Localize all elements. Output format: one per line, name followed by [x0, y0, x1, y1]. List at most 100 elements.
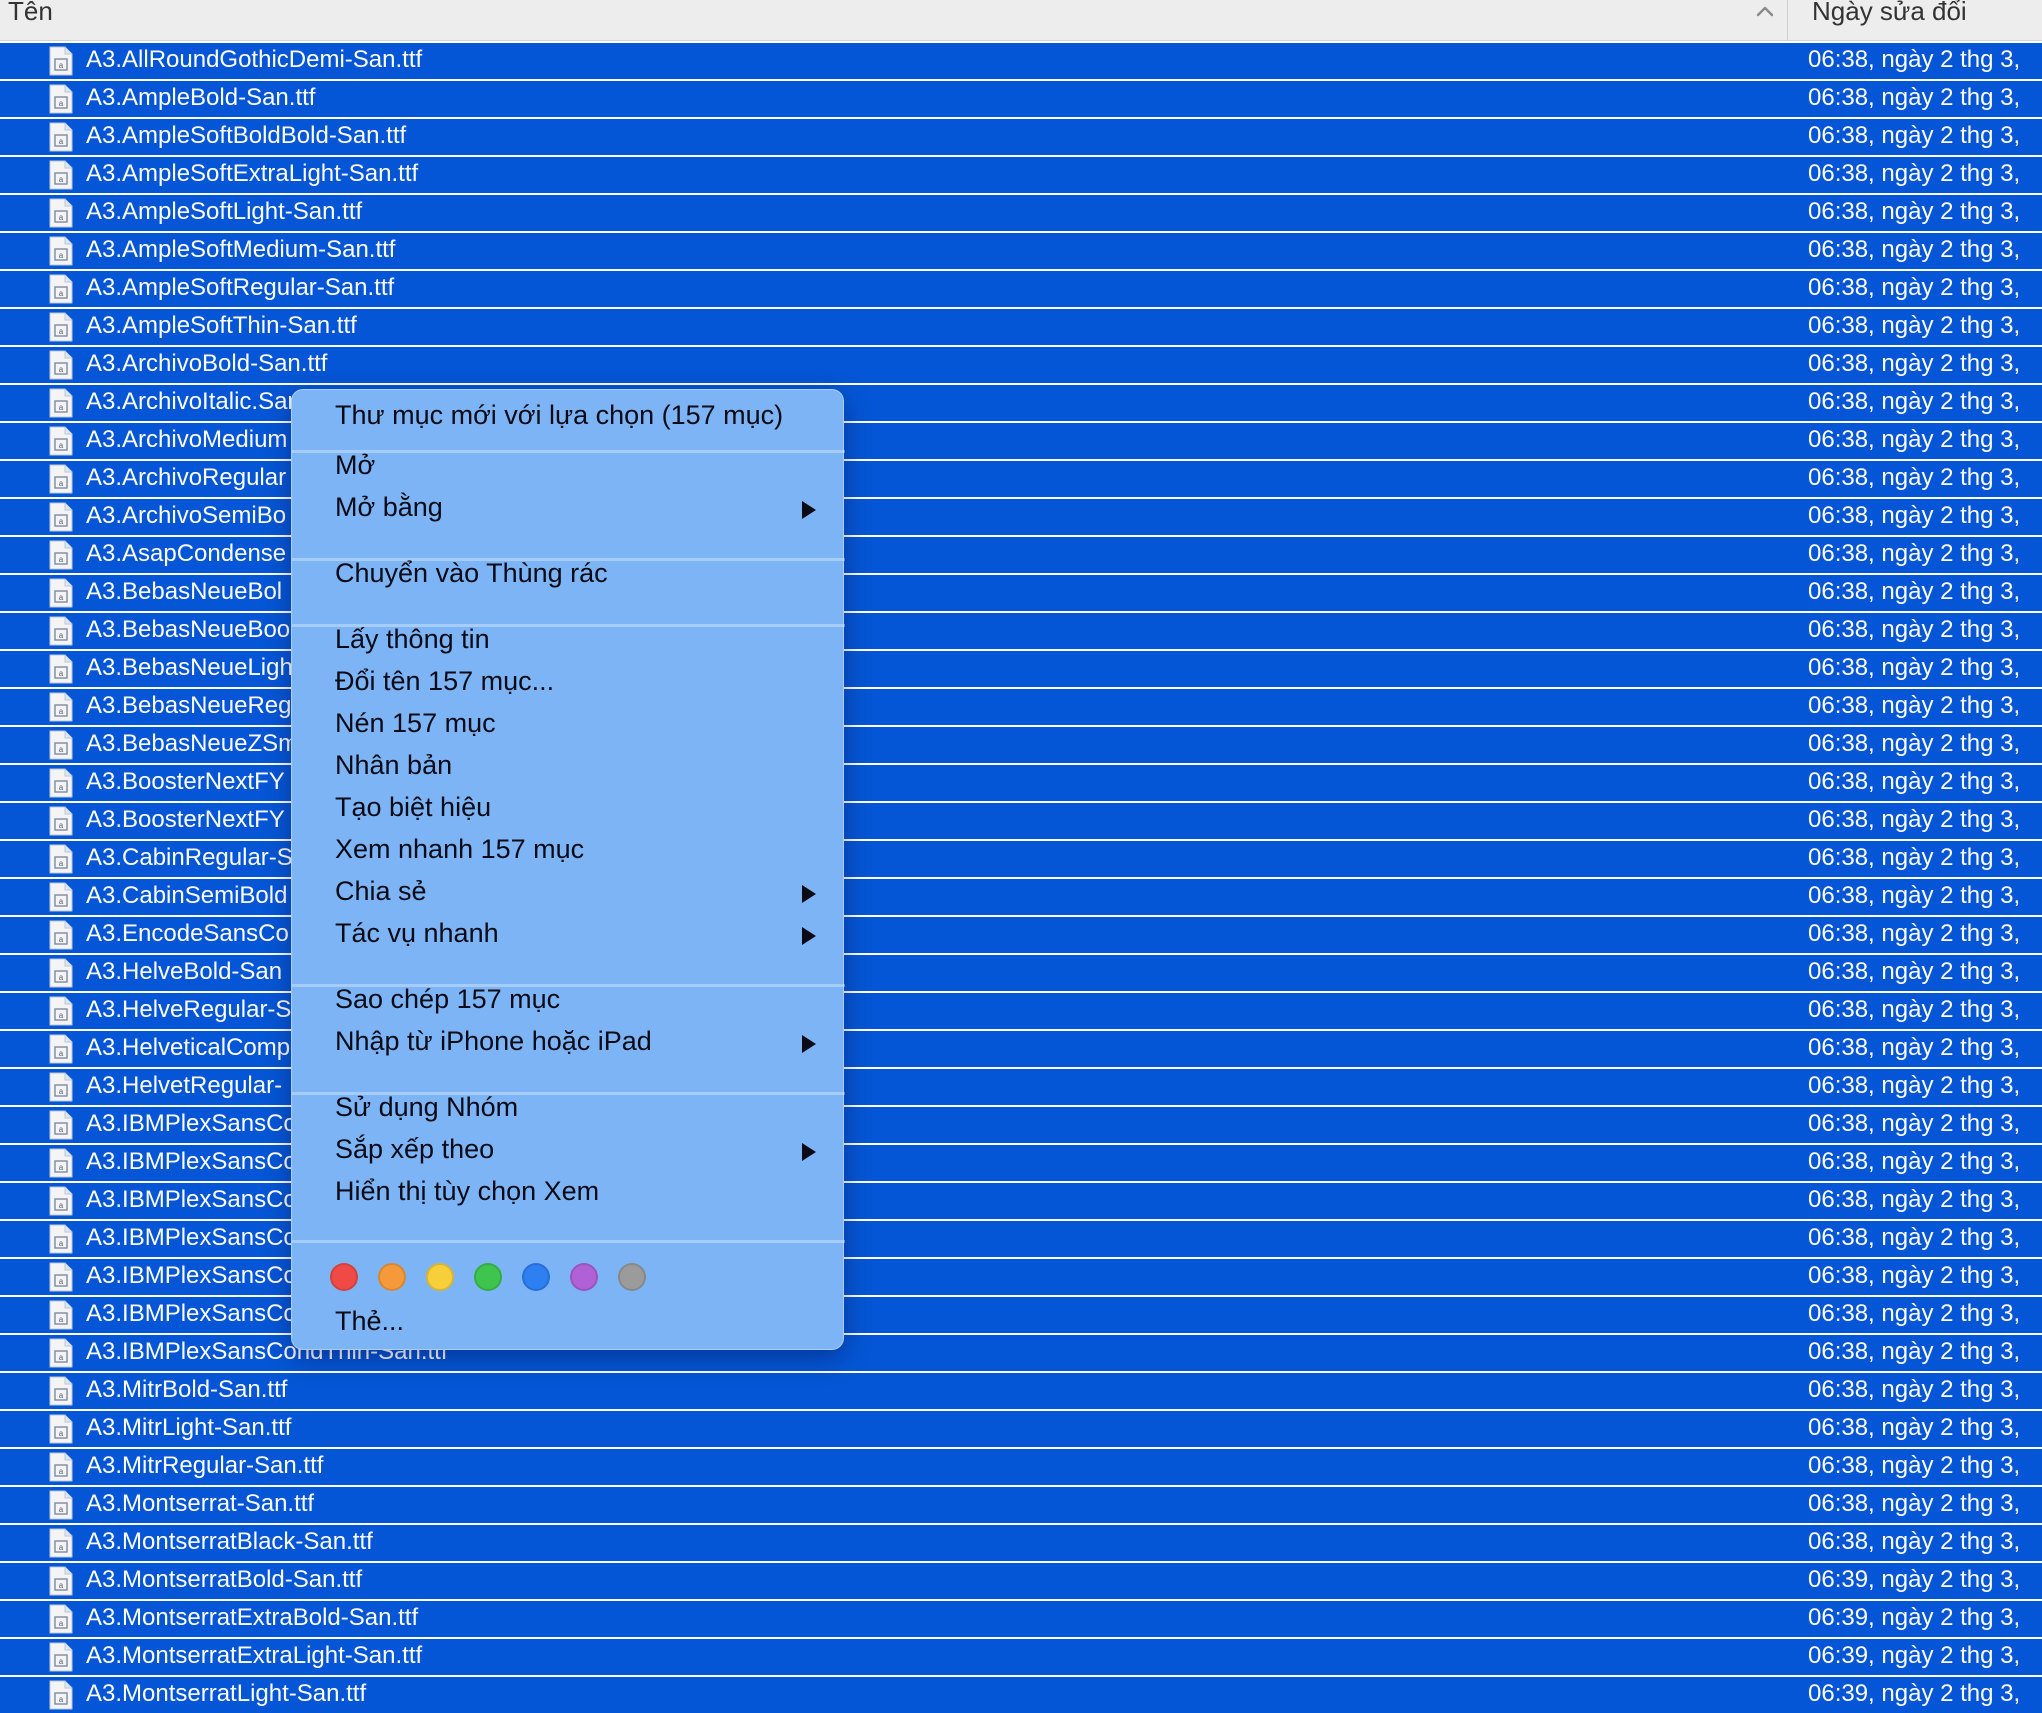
svg-text:a: a: [59, 1125, 64, 1134]
svg-text:a: a: [59, 175, 64, 184]
tag-orange-dot[interactable]: [378, 1263, 406, 1291]
document-icon: a: [49, 996, 73, 1026]
file-row[interactable]: a A3.MontserratExtraBold-San.ttf 06:39, ng…: [0, 1599, 2042, 1637]
menu-item-sort-by[interactable]: Sắp xếp theo: [335, 1134, 494, 1165]
menu-item-rename[interactable]: Đổi tên 157 mục...: [335, 666, 554, 697]
file-row[interactable]: a A3.MitrRegular-San.ttf 06:38, ngày 2 thg…: [0, 1447, 2042, 1485]
menu-item-duplicate[interactable]: Nhân bản: [335, 750, 452, 781]
file-row[interactable]: a A3.ArchivoBold-San.ttf 06:38, ngày 2 thg…: [0, 345, 2042, 383]
menu-item-open-with[interactable]: Mở bằng: [335, 492, 443, 523]
svg-text:a: a: [59, 707, 64, 716]
menu-item-share[interactable]: Chia sẻ: [335, 876, 427, 907]
file-name: A3.ArchivoRegular: [86, 464, 287, 491]
menu-item-copy[interactable]: Sao chép 157 mục: [335, 984, 560, 1015]
document-icon: a: [49, 1642, 73, 1672]
tag-blue-dot[interactable]: [522, 1263, 550, 1291]
chevron-up-icon[interactable]: [1752, 0, 1778, 24]
column-divider[interactable]: [1787, 0, 1788, 41]
document-icon: a: [49, 1376, 73, 1406]
svg-text:a: a: [59, 1581, 64, 1590]
menu-item-view-options[interactable]: Hiển thị tùy chọn Xem: [335, 1176, 599, 1207]
file-name: A3.BebasNeueZSm: [86, 730, 299, 757]
menu-separator: [292, 1240, 845, 1243]
menu-item-quick-actions[interactable]: Tác vụ nhanh: [335, 918, 499, 949]
tag-red-dot[interactable]: [330, 1263, 358, 1291]
file-row[interactable]: a A3.AmpleSoftRegular-San.ttf 06:38, ngày …: [0, 269, 2042, 307]
file-name: A3.EncodeSansCo: [86, 920, 289, 947]
svg-text:a: a: [59, 593, 64, 602]
document-icon: a: [49, 958, 73, 988]
document-icon: a: [49, 312, 73, 342]
document-icon: a: [49, 806, 73, 836]
menu-item-new-folder[interactable]: Thư mục mới với lựa chọn (157 mục): [335, 400, 783, 431]
file-name: A3.AmpleSoftMedium-San.ttf: [86, 236, 396, 263]
file-date: 06:38, ngày 2 thg 3,: [1808, 1034, 2021, 1061]
file-date: 06:39, ngày 2 thg 3,: [1808, 1566, 2021, 1593]
file-name: A3.AmpleSoftExtraLight-San.ttf: [86, 160, 419, 187]
file-name: A3.HelvetRegular-: [86, 1072, 283, 1099]
file-date: 06:38, ngày 2 thg 3,: [1808, 84, 2021, 111]
file-name: A3.AmpleSoftBoldBold-San.ttf: [86, 122, 407, 149]
file-row[interactable]: a A3.MitrBold-San.ttf 06:38, ngày 2 thg 3,: [0, 1371, 2042, 1409]
file-row[interactable]: a A3.MontserratLight-San.ttf 06:39, ngày 2…: [0, 1675, 2042, 1713]
file-date: 06:38, ngày 2 thg 3,: [1808, 996, 2021, 1023]
file-row[interactable]: a A3.MontserratBlack-San.ttf 06:38, ngày 2…: [0, 1523, 2042, 1561]
file-row[interactable]: a A3.AmpleSoftExtraLight-San.ttf 06:38, ng…: [0, 155, 2042, 193]
file-date: 06:38, ngày 2 thg 3,: [1808, 730, 2021, 757]
file-row[interactable]: a A3.MontserratExtraLight-San.ttf 06:39, n…: [0, 1637, 2042, 1675]
file-row[interactable]: a A3.Montserrat-San.ttf 06:38, ngày 2 thg …: [0, 1485, 2042, 1523]
file-date: 06:38, ngày 2 thg 3,: [1808, 806, 2021, 833]
svg-text:a: a: [59, 137, 64, 146]
file-name: A3.IBMPlexSansCo: [86, 1262, 297, 1289]
file-name: A3.MontserratExtraBold-San.ttf: [86, 1604, 419, 1631]
file-row[interactable]: a A3.AllRoundGothicDemi-San.ttf 06:38, ngà…: [0, 41, 2042, 79]
file-name: A3.BebasNeueReg: [86, 692, 292, 719]
menu-item-tags[interactable]: Thẻ...: [335, 1306, 404, 1337]
file-row[interactable]: a A3.AmpleSoftMedium-San.ttf 06:38, ngày 2…: [0, 231, 2042, 269]
document-icon: a: [49, 198, 73, 228]
menu-item-quick-look[interactable]: Xem nhanh 157 mục: [335, 834, 584, 865]
file-date: 06:38, ngày 2 thg 3,: [1808, 198, 2021, 225]
tag-green-dot[interactable]: [474, 1263, 502, 1291]
file-date: 06:38, ngày 2 thg 3,: [1808, 920, 2021, 947]
svg-text:a: a: [59, 631, 64, 640]
svg-text:a: a: [59, 1543, 64, 1552]
tag-yellow-dot[interactable]: [426, 1263, 454, 1291]
svg-text:a: a: [59, 1657, 64, 1666]
menu-item-import-iphone[interactable]: Nhập từ iPhone hoặc iPad: [335, 1026, 652, 1057]
file-name: A3.AmpleSoftRegular-San.ttf: [86, 274, 395, 301]
document-icon: a: [49, 1680, 73, 1710]
document-icon: a: [49, 540, 73, 570]
file-date: 06:38, ngày 2 thg 3,: [1808, 1110, 2021, 1137]
svg-text:a: a: [59, 99, 64, 108]
file-row[interactable]: a A3.AmpleBold-San.ttf 06:38, ngày 2 thg 3…: [0, 79, 2042, 117]
file-row[interactable]: a A3.MontserratBold-San.ttf 06:39, ngày 2 …: [0, 1561, 2042, 1599]
file-row[interactable]: a A3.AmpleSoftBoldBold-San.ttf 06:38, ngày…: [0, 117, 2042, 155]
menu-item-use-groups[interactable]: Sử dụng Nhóm: [335, 1092, 518, 1123]
file-name: A3.AmpleSoftLight-San.ttf: [86, 198, 363, 225]
document-icon: a: [49, 1490, 73, 1520]
document-icon: a: [49, 1148, 73, 1178]
document-icon: a: [49, 1072, 73, 1102]
file-row[interactable]: a A3.MitrLight-San.ttf 06:38, ngày 2 thg 3…: [0, 1409, 2042, 1447]
file-date: 06:38, ngày 2 thg 3,: [1808, 312, 2021, 339]
document-icon: a: [49, 502, 73, 532]
document-icon: a: [49, 654, 73, 684]
tag-purple-dot[interactable]: [570, 1263, 598, 1291]
menu-item-move-to-trash[interactable]: Chuyển vào Thùng rác: [335, 558, 608, 589]
menu-item-compress[interactable]: Nén 157 mục: [335, 708, 496, 739]
menu-item-get-info[interactable]: Lấy thông tin: [335, 624, 490, 655]
file-row[interactable]: a A3.AmpleSoftThin-San.ttf 06:38, ngày 2 t…: [0, 307, 2042, 345]
svg-text:a: a: [59, 327, 64, 336]
file-date: 06:39, ngày 2 thg 3,: [1808, 1642, 2021, 1669]
column-header-date[interactable]: Ngày sửa đổi: [1812, 0, 1967, 27]
menu-item-make-alias[interactable]: Tạo biệt hiệu: [335, 792, 491, 823]
menu-item-open[interactable]: Mở: [335, 450, 375, 481]
svg-text:a: a: [59, 479, 64, 488]
triangle-right-icon: [802, 1143, 816, 1161]
file-row[interactable]: a A3.AmpleSoftLight-San.ttf 06:38, ngày 2 …: [0, 193, 2042, 231]
column-header-name[interactable]: Tên: [8, 0, 53, 27]
file-name: A3.CabinSemiBold: [86, 882, 288, 909]
svg-text:a: a: [59, 213, 64, 222]
tag-gray-dot[interactable]: [618, 1263, 646, 1291]
